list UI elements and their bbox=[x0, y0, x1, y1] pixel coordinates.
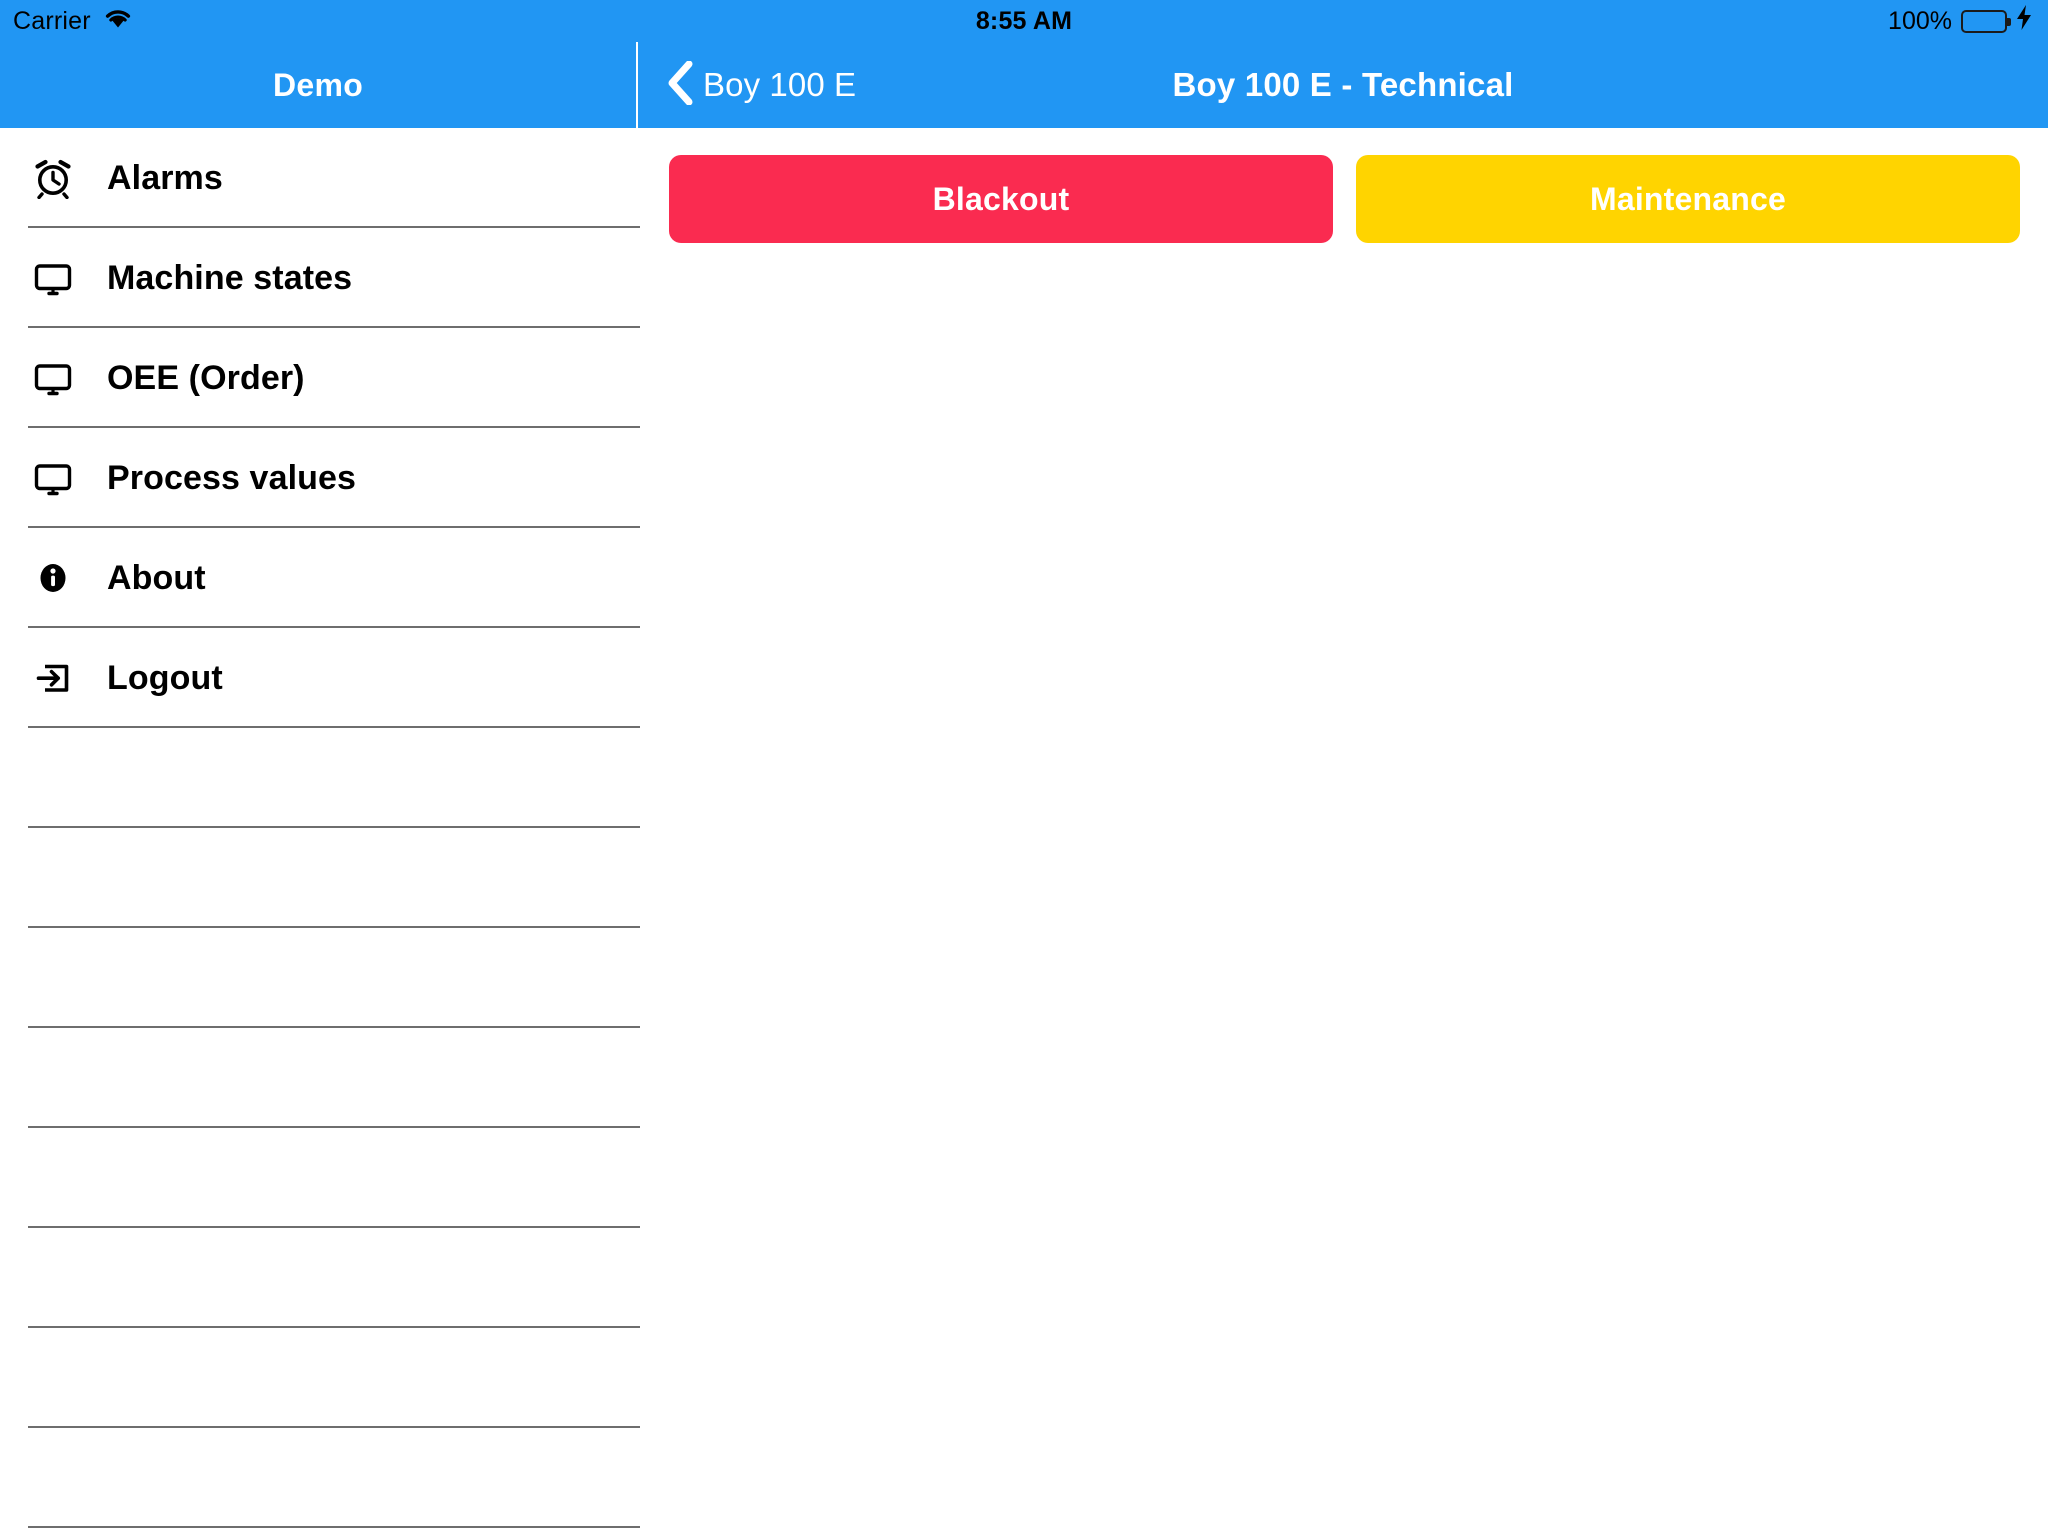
body: Alarms Machine states OEE (Order) Proces… bbox=[0, 128, 2048, 1536]
logout-arrow-icon bbox=[22, 657, 84, 699]
blackout-button[interactable]: Blackout bbox=[669, 155, 1333, 243]
status-bar: Carrier 8:55 AM 100% bbox=[0, 0, 2048, 42]
page-title: Boy 100 E - Technical bbox=[1172, 66, 1514, 103]
list-item bbox=[0, 1528, 640, 1536]
navigation-bar: Boy 100 E Boy 100 E - Technical bbox=[638, 42, 2048, 128]
sidebar-item-label: Logout bbox=[107, 658, 223, 697]
alarm-clock-icon bbox=[22, 157, 84, 199]
monitor-icon bbox=[22, 457, 84, 499]
info-circle-icon bbox=[22, 557, 84, 599]
app-root: Carrier 8:55 AM 100% Demo Boy 100 E Boy … bbox=[0, 0, 2048, 1536]
list-item bbox=[0, 1028, 640, 1128]
list-item bbox=[0, 828, 640, 928]
sidebar-item-label: OEE (Order) bbox=[107, 358, 305, 397]
sidebar-item-logout[interactable]: Logout bbox=[0, 628, 640, 728]
sidebar-item-label: About bbox=[107, 558, 206, 597]
list-item bbox=[0, 728, 640, 828]
main-content: Blackout Maintenance bbox=[640, 128, 2048, 1536]
monitor-icon bbox=[22, 257, 84, 299]
sidebar-item-oee-order[interactable]: OEE (Order) bbox=[0, 328, 640, 428]
lightning-bolt-icon bbox=[2016, 5, 2032, 37]
sidebar-item-alarms[interactable]: Alarms bbox=[0, 128, 640, 228]
sidebar-menu: Alarms Machine states OEE (Order) Proces… bbox=[0, 128, 640, 1536]
header-bars: Demo Boy 100 E Boy 100 E - Technical bbox=[0, 42, 2048, 128]
sidebar-item-about[interactable]: About bbox=[0, 528, 640, 628]
list-item bbox=[0, 1228, 640, 1328]
list-item bbox=[0, 1428, 640, 1528]
sidebar-item-label: Alarms bbox=[107, 158, 223, 197]
sidebar-item-machine-states[interactable]: Machine states bbox=[0, 228, 640, 328]
battery-full-icon bbox=[1961, 9, 2011, 33]
status-bar-right: 100% bbox=[1888, 0, 2032, 42]
list-item bbox=[0, 1328, 640, 1428]
sidebar-header: Demo bbox=[0, 42, 638, 128]
battery-percent-label: 100% bbox=[1888, 6, 1952, 35]
sidebar-item-label: Machine states bbox=[107, 258, 353, 297]
sidebar-title: Demo bbox=[272, 66, 364, 103]
list-item bbox=[0, 1128, 640, 1228]
list-item bbox=[0, 928, 640, 1028]
status-bar-time: 8:55 AM bbox=[975, 6, 1073, 35]
maintenance-button[interactable]: Maintenance bbox=[1356, 155, 2020, 243]
sidebar-item-process-values[interactable]: Process values bbox=[0, 428, 640, 528]
monitor-icon bbox=[22, 357, 84, 399]
sidebar-item-label: Process values bbox=[107, 458, 357, 497]
